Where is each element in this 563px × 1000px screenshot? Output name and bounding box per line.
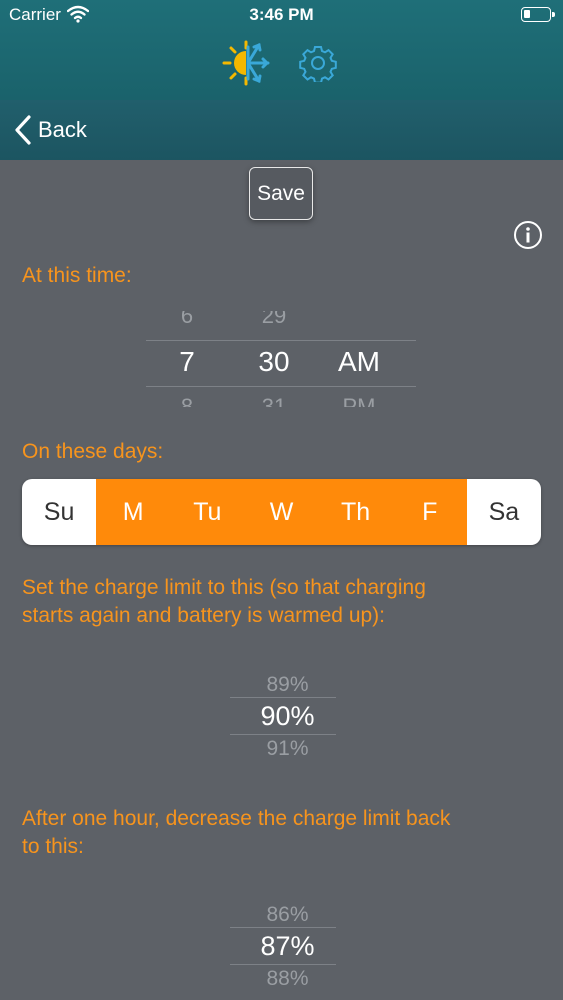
minute-prev[interactable]: 29 [244, 311, 304, 331]
picker-divider-top [230, 927, 336, 928]
day-friday[interactable]: F [392, 479, 467, 545]
save-button[interactable]: Save [249, 167, 313, 220]
charge-limit-next[interactable]: 91% [0, 737, 563, 759]
sun-snowflake-icon [222, 40, 270, 86]
charge-section-label-line2: starts again and battery is warmed up): [22, 604, 386, 627]
charge-limit-selected[interactable]: 90% [0, 701, 563, 732]
battery-icon [521, 7, 555, 22]
day-monday[interactable]: M [96, 479, 171, 545]
status-bar: Carrier 3:46 PM [0, 0, 563, 30]
day-sunday[interactable]: Su [22, 479, 97, 545]
back-button[interactable]: Back [14, 113, 87, 147]
day-tuesday[interactable]: Tu [170, 479, 245, 545]
gear-icon[interactable] [299, 44, 337, 82]
day-saturday[interactable]: Sa [466, 479, 541, 545]
time-section-label: At this time: [22, 264, 132, 287]
picker-divider-bottom [230, 964, 336, 965]
day-selector: Su M Tu W Th F Sa [22, 479, 541, 545]
day-thursday[interactable]: Th [318, 479, 393, 545]
ampm-next[interactable]: PM [328, 393, 390, 407]
decrease-limit-next[interactable]: 88% [0, 967, 563, 991]
minute-next[interactable]: 31 [244, 393, 304, 407]
hour-selected[interactable]: 7 [160, 346, 214, 378]
charge-section-label-line1: Set the charge limit to this (so that ch… [22, 576, 426, 599]
picker-divider-bottom [230, 734, 336, 735]
picker-divider-top [146, 340, 416, 341]
hour-prev[interactable]: 6 [160, 311, 214, 331]
hour-next[interactable]: 8 [160, 393, 214, 407]
day-wednesday[interactable]: W [244, 479, 319, 545]
days-section-label: On these days: [22, 440, 164, 463]
picker-divider-bottom [146, 386, 416, 387]
decrease-limit-selected[interactable]: 87% [0, 931, 563, 962]
picker-divider-top [230, 697, 336, 698]
decrease-section-label-line2: to this: [22, 835, 84, 858]
ampm-selected[interactable]: AM [328, 346, 390, 378]
chevron-left-icon [15, 115, 31, 145]
info-icon[interactable] [513, 220, 543, 250]
decrease-section-label-line1: After one hour, decrease the charge limi… [22, 807, 451, 830]
clock: 3:46 PM [249, 5, 314, 24]
back-label: Back [38, 117, 87, 142]
minute-selected[interactable]: 30 [244, 346, 304, 378]
decrease-limit-prev[interactable]: 86% [0, 903, 563, 927]
charge-limit-prev[interactable]: 89% [0, 673, 563, 697]
app-header: Carrier 3:46 PM [0, 0, 563, 100]
navigation-bar: Back [0, 100, 563, 160]
